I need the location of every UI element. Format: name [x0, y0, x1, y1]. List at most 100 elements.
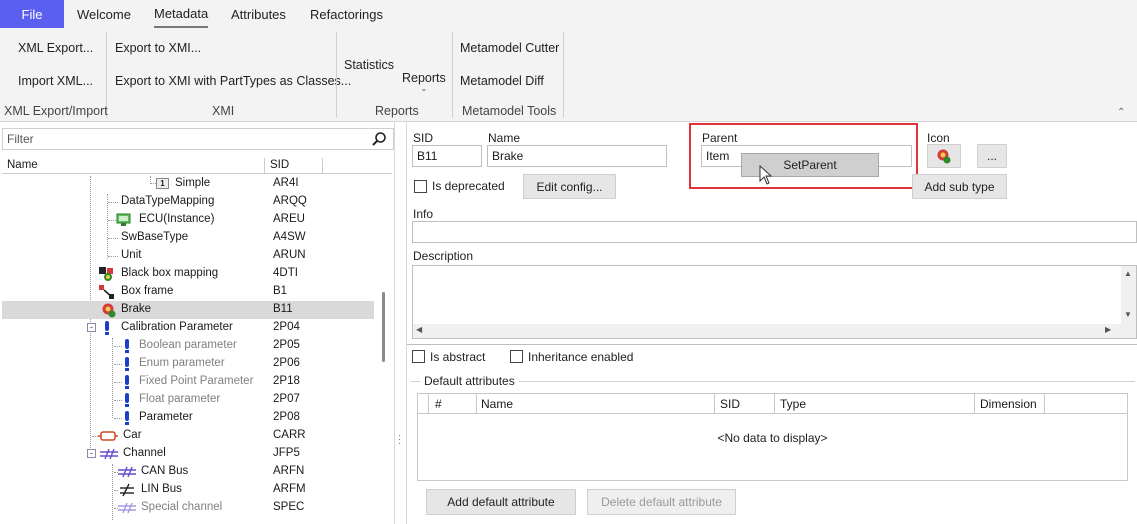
- tree-row-label: Fixed Point Parameter: [139, 375, 254, 387]
- tree-row-sid: AREU: [273, 213, 305, 225]
- tab-metadata[interactable]: Metadata: [154, 0, 209, 28]
- column-header-sid[interactable]: SID: [270, 159, 289, 171]
- tree-row-label: Parameter: [139, 411, 193, 423]
- tree-row-label: Unit: [121, 249, 142, 261]
- collapse-toggle-icon[interactable]: -: [87, 449, 96, 458]
- default-attributes-grid[interactable]: # Name SID Type Dimension <No data to di…: [417, 393, 1128, 481]
- grid-header: # Name SID Type Dimension: [418, 394, 1127, 414]
- tree-row[interactable]: Fixed Point Parameter 2P18: [2, 373, 374, 391]
- scroll-up-icon[interactable]: ▲: [1124, 269, 1132, 278]
- scroll-down-icon[interactable]: ▼: [1124, 310, 1132, 319]
- tree-row[interactable]: 1 Simple AR4I: [2, 175, 374, 193]
- inheritance-enabled-label: Inheritance enabled: [528, 350, 634, 364]
- tree-row[interactable]: SwBaseType A4SW: [2, 229, 374, 247]
- tree-row[interactable]: Car CARR: [2, 427, 374, 445]
- export-to-xmi-button[interactable]: Export to XMI...: [115, 41, 201, 55]
- description-horizontal-scrollbar[interactable]: ◀ ▶: [413, 324, 1136, 338]
- column-divider: [714, 394, 715, 414]
- tree-row-label: Enum parameter: [139, 357, 225, 369]
- export-to-xmi-parttypes-button[interactable]: Export to XMI with PartTypes as Classes.…: [115, 74, 351, 88]
- tab-attributes[interactable]: Attributes: [231, 0, 286, 28]
- reports-dropdown-button[interactable]: Reports ⌄: [402, 71, 446, 93]
- xml-export-button[interactable]: XML Export...: [18, 41, 93, 55]
- column-header-name[interactable]: Name: [7, 159, 38, 171]
- tree-row-sid: CARR: [273, 429, 306, 441]
- browse-icon-button[interactable]: ...: [977, 144, 1007, 168]
- info-label: Info: [413, 207, 434, 221]
- statistics-button[interactable]: Statistics: [344, 58, 394, 72]
- is-abstract-checkbox[interactable]: [412, 350, 425, 363]
- tree-row[interactable]: Float parameter 2P07: [2, 391, 374, 409]
- sid-field[interactable]: B11: [412, 145, 482, 167]
- description-field[interactable]: ◀ ▶ ▲ ▼: [412, 265, 1137, 339]
- tree-row[interactable]: Box frame B1: [2, 283, 374, 301]
- tree-scrollbar-thumb[interactable]: [382, 292, 385, 362]
- tree-row[interactable]: DataTypeMapping ARQQ: [2, 193, 374, 211]
- column-divider: [322, 158, 323, 174]
- tree-row-label: CAN Bus: [141, 465, 189, 477]
- column-divider: [264, 158, 265, 174]
- ribbon-separator: [336, 32, 337, 118]
- add-default-attribute-button[interactable]: Add default attribute: [426, 489, 576, 515]
- scroll-right-icon[interactable]: ▶: [1105, 325, 1111, 334]
- tree-row-sid: SPEC: [273, 501, 305, 513]
- can-bus-icon: [118, 466, 136, 478]
- tree-row[interactable]: Special channel SPEC: [2, 499, 374, 517]
- column-header-dimension[interactable]: Dimension: [980, 397, 1037, 411]
- search-icon[interactable]: [371, 131, 387, 147]
- default-attributes-label: Default attributes: [420, 374, 519, 388]
- tree-row[interactable]: Unit ARUN: [2, 247, 374, 265]
- tree-row[interactable]: Parameter 2P08: [2, 409, 374, 427]
- simple-type-icon: 1: [156, 178, 169, 189]
- tree-row-label: SwBaseType: [121, 231, 189, 243]
- tree-connector: [114, 400, 122, 401]
- tree-row[interactable]: ECU(Instance) AREU: [2, 211, 374, 229]
- parameter-icon: [125, 375, 129, 385]
- tree-row-sid: 2P04: [273, 321, 300, 333]
- metamodel-cutter-button[interactable]: Metamodel Cutter: [460, 41, 559, 55]
- tab-welcome[interactable]: Welcome: [77, 0, 131, 28]
- tab-refactorings[interactable]: Refactorings: [310, 0, 383, 28]
- tree-row[interactable]: Boolean parameter 2P05: [2, 337, 374, 355]
- import-xml-button[interactable]: Import XML...: [18, 74, 93, 88]
- tree-header: Name SID: [2, 158, 392, 174]
- column-header-type[interactable]: Type: [780, 397, 806, 411]
- tree-row-sid: ARQQ: [273, 195, 307, 207]
- panel-splitter[interactable]: [395, 122, 407, 524]
- tree-connector: [108, 220, 116, 221]
- column-header-sid[interactable]: SID: [720, 397, 740, 411]
- parameter-icon-dot: [125, 368, 129, 371]
- tab-file[interactable]: File: [0, 0, 64, 28]
- column-header-number[interactable]: #: [435, 397, 442, 411]
- info-field[interactable]: [412, 221, 1137, 243]
- inheritance-enabled-checkbox[interactable]: [510, 350, 523, 363]
- add-sub-type-button[interactable]: Add sub type: [912, 174, 1007, 199]
- tree-row[interactable]: Enum parameter 2P06: [2, 355, 374, 373]
- is-deprecated-checkbox[interactable]: [414, 180, 427, 193]
- filter-input[interactable]: [3, 129, 343, 149]
- column-divider: [428, 394, 429, 414]
- name-field[interactable]: Brake: [487, 145, 667, 167]
- tree-connector: [108, 238, 118, 239]
- icon-picker-button[interactable]: [927, 144, 961, 168]
- chevron-down-icon: ⌄: [420, 84, 428, 93]
- chevron-up-icon[interactable]: ⌃: [1117, 107, 1125, 118]
- black-box-mapping-icon: [99, 267, 113, 281]
- tree-connector: [114, 418, 122, 419]
- description-vertical-scrollbar[interactable]: ▲ ▼: [1121, 266, 1136, 324]
- tree-row-sid: 2P05: [273, 339, 300, 351]
- scroll-left-icon[interactable]: ◀: [416, 325, 422, 334]
- icon-label: Icon: [927, 131, 950, 145]
- tree-row[interactable]: - Calibration Parameter 2P04: [2, 319, 374, 337]
- tree-row-selected[interactable]: Brake B11: [2, 301, 374, 319]
- brake-icon: [102, 303, 116, 318]
- parameter-icon: [125, 357, 129, 367]
- tree-row[interactable]: CAN Bus ARFN: [2, 463, 374, 481]
- tree-row[interactable]: LIN Bus ARFM: [2, 481, 374, 499]
- edit-config-button[interactable]: Edit config...: [523, 174, 616, 199]
- metamodel-diff-button[interactable]: Metamodel Diff: [460, 74, 544, 88]
- tree-row[interactable]: Black box mapping 4DTI: [2, 265, 374, 283]
- column-header-name[interactable]: Name: [481, 397, 513, 411]
- collapse-toggle-icon[interactable]: -: [87, 323, 96, 332]
- tree-row[interactable]: - Channel JFP5: [2, 445, 374, 463]
